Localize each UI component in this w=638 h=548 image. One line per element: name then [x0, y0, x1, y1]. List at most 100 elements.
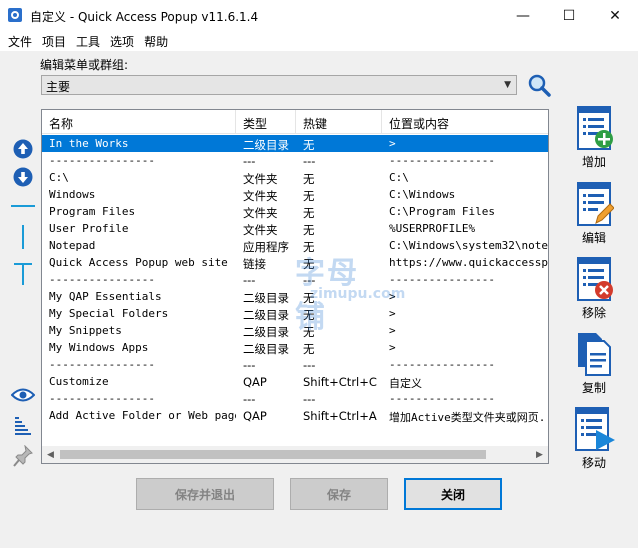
menu-group-dropdown[interactable]: 主要 ▼ — [41, 75, 517, 95]
cell-hotkey: 无 — [303, 206, 315, 220]
cell-hotkey: --- — [303, 358, 316, 372]
move-up-button[interactable] — [10, 138, 36, 160]
horizontal-scrollbar[interactable]: ◀ ▶ — [42, 446, 548, 463]
arrow-down-icon — [13, 167, 33, 187]
cell-name: Program Files — [49, 205, 136, 218]
table-row[interactable]: Program Files 文件夹 无 C:\Program Files — [42, 203, 548, 220]
table-row[interactable]: ---------------- --- --- ---------------- — [42, 271, 548, 288]
cell-type: QAP — [243, 409, 267, 423]
sort-bars-icon — [15, 417, 31, 435]
scroll-left-icon[interactable]: ◀ — [42, 446, 59, 463]
chevron-down-icon: ▼ — [504, 80, 511, 90]
cell-name: ---------------- — [49, 273, 155, 286]
column-header-location[interactable]: 位置或内容 — [382, 110, 548, 134]
pin-icon — [13, 445, 33, 467]
table-row[interactable]: ---------------- --- --- ---------------- — [42, 390, 548, 407]
cell-hotkey: 无 — [303, 240, 315, 254]
table-row[interactable]: Add Active Folder or Web page... QAP Shift… — [42, 407, 548, 424]
menu-options[interactable]: 选项 — [106, 31, 140, 51]
arrow-up-icon — [13, 139, 33, 159]
cell-hotkey: 无 — [303, 257, 315, 271]
move-favorite-icon — [575, 407, 615, 451]
cell-name: Windows — [49, 188, 96, 201]
window-title: 自定义 - Quick Access Popup v11.6.1.4 — [30, 10, 259, 24]
scroll-right-icon[interactable]: ▶ — [531, 446, 548, 463]
cell-type: --- — [243, 392, 256, 406]
cell-location: C:\ — [389, 171, 409, 184]
table-row[interactable]: ---------------- --- --- ---------------- — [42, 356, 548, 373]
cell-type: QAP — [243, 375, 267, 389]
table-row[interactable]: My Windows Apps 二级目录无 > — [42, 339, 548, 356]
add-text-separator-button[interactable] — [10, 262, 36, 286]
table-row[interactable]: Notepad 应用程序无 C:\Windows\system32\notepad.… — [42, 237, 548, 254]
move-down-button[interactable] — [10, 166, 36, 188]
cell-type: 二级目录 — [243, 138, 289, 152]
cell-location: > — [389, 341, 396, 354]
remove-label: 移除 — [581, 306, 606, 320]
edit-label: 编辑 — [581, 231, 606, 245]
save-and-exit-button[interactable]: 保存并退出 — [136, 478, 274, 510]
menu-bar: 文件 项目 工具 选项 帮助 — [0, 31, 638, 51]
column-header-name[interactable]: 名称 — [42, 110, 236, 134]
cell-name: ---------------- — [49, 392, 155, 405]
cell-hotkey: --- — [303, 392, 316, 406]
search-icon[interactable] — [527, 73, 551, 97]
scrollbar-thumb[interactable] — [60, 450, 486, 459]
cell-name: ---------------- — [49, 358, 155, 371]
close-window-button[interactable]: ✕ — [592, 0, 638, 31]
table-row[interactable]: C:\ 文件夹 无 C:\ — [42, 169, 548, 186]
edit-button[interactable]: 编辑 — [566, 181, 622, 246]
cell-name: My QAP Essentials — [49, 290, 162, 303]
cell-location: > — [389, 290, 396, 303]
table-row[interactable]: Quick Access Popup web site 链接 无 https://ww… — [42, 254, 548, 271]
menu-file[interactable]: 文件 — [4, 31, 38, 51]
cell-type: --- — [243, 154, 256, 168]
cell-location: ---------------- — [389, 273, 495, 286]
maximize-button[interactable]: ☐ — [546, 0, 592, 31]
table-row[interactable]: User Profile 文件夹 无 %USERPROFILE% — [42, 220, 548, 237]
table-row[interactable]: In the Works 二级目录无 > — [42, 135, 548, 152]
favorites-list[interactable]: 名称 类型 热键 位置或内容 In the Works 二级目录无 > -------… — [41, 109, 549, 464]
remove-button[interactable]: 移除 — [566, 256, 622, 321]
table-row[interactable]: My Special Folders 二级目录无 > — [42, 305, 548, 322]
table-row[interactable]: Windows 文件夹 无 C:\Windows — [42, 186, 548, 203]
table-row[interactable]: Customize QAP Shift+Ctrl+C 自定义 — [42, 373, 548, 390]
cell-type: 二级目录 — [243, 308, 289, 322]
menu-help[interactable]: 帮助 — [140, 31, 174, 51]
close-button[interactable]: 关闭 — [404, 478, 502, 510]
cell-name: In the Works — [49, 137, 129, 150]
column-header-type[interactable]: 类型 — [236, 110, 296, 134]
edit-favorite-icon — [577, 182, 614, 226]
table-row[interactable]: ---------------- --- --- ---------------- — [42, 152, 548, 169]
add-column-break-button[interactable] — [10, 224, 36, 250]
cell-location: C:\Program Files — [389, 205, 495, 218]
cell-name: C:\ — [49, 171, 69, 184]
minimize-button[interactable]: — — [500, 0, 546, 31]
save-button[interactable]: 保存 — [290, 478, 388, 510]
copy-button[interactable]: 复制 — [566, 331, 622, 396]
cell-location: > — [389, 307, 396, 320]
column-break-icon — [22, 225, 24, 249]
list-header: 名称 类型 热键 位置或内容 — [42, 110, 548, 134]
table-row[interactable]: My Snippets 二级目录无 > — [42, 322, 548, 339]
cell-hotkey: 无 — [303, 138, 315, 152]
menu-tools[interactable]: 工具 — [72, 31, 106, 51]
cell-hotkey: 无 — [303, 342, 315, 356]
cell-location: %USERPROFILE% — [389, 222, 476, 235]
move-button[interactable]: 移动 — [566, 406, 622, 471]
column-header-hotkey[interactable]: 热键 — [296, 110, 382, 134]
table-row[interactable]: My QAP Essentials 二级目录无 > — [42, 288, 548, 305]
cell-type: 二级目录 — [243, 342, 289, 356]
cell-hotkey: 无 — [303, 172, 315, 186]
sort-button[interactable] — [10, 414, 36, 436]
text-separator-icon — [14, 263, 32, 285]
cell-type: 文件夹 — [243, 189, 278, 203]
app-icon — [8, 8, 22, 22]
preview-button[interactable] — [10, 386, 36, 404]
add-button[interactable]: 增加 — [566, 105, 622, 170]
add-separator-button[interactable] — [10, 201, 36, 211]
cell-hotkey: 无 — [303, 223, 315, 237]
remove-favorite-icon — [577, 257, 613, 301]
menu-item[interactable]: 项目 — [38, 31, 72, 51]
pin-button[interactable] — [10, 444, 36, 468]
